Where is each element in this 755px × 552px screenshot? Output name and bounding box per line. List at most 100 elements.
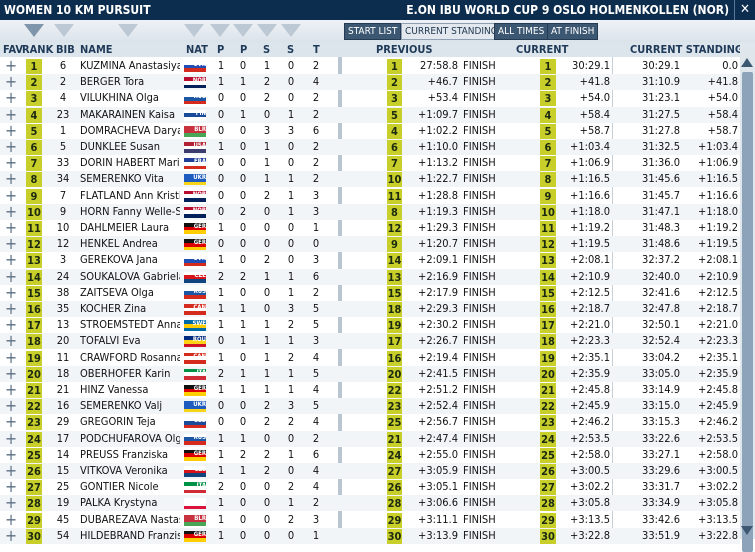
athlete-name[interactable]: VILUKHINA Olga — [80, 90, 180, 106]
col-s2[interactable]: S — [287, 42, 294, 57]
add-favorite-icon[interactable]: + — [4, 123, 18, 139]
athlete-name[interactable]: PALKA Krystyna — [80, 495, 180, 511]
athlete-name[interactable]: HENKEL Andrea — [80, 236, 180, 252]
scrollbar[interactable] — [740, 42, 755, 552]
athlete-name[interactable]: CRAWFORD Rosanna — [80, 350, 180, 366]
add-favorite-icon[interactable]: + — [4, 479, 18, 495]
add-favorite-icon[interactable]: + — [4, 333, 18, 349]
close-icon[interactable]: ✕ — [734, 0, 755, 20]
table-row[interactable]: +30 54 HILDEBRAND Franzisk GER 1 0 0 0 1 30 +3:13.… — [0, 527, 740, 544]
table-row[interactable]: +18 20 TOFALVI Eva ROU 0 1 1 1 3 17 +2:26.7 FINISH 1… — [0, 333, 740, 350]
add-favorite-icon[interactable]: + — [4, 463, 18, 479]
table-row[interactable]: +5 1 DOMRACHEVA Darya BLR 0 0 3 3 6 4 +1:02.2 FINIS… — [0, 123, 740, 139]
scroll-thumb[interactable] — [742, 72, 753, 552]
table-row[interactable]: +10 9 HORN Fanny Welle-St NOR 0 2 0 1 3 8 +1:19.3 F… — [0, 203, 740, 220]
athlete-name[interactable]: TOFALVI Eva — [80, 333, 180, 349]
add-favorite-icon[interactable]: + — [4, 252, 18, 268]
add-favorite-icon[interactable]: + — [4, 366, 18, 382]
sort-name-icon[interactable] — [118, 24, 138, 37]
add-favorite-icon[interactable]: + — [4, 528, 18, 544]
table-row[interactable]: +1713STROEMSTEDT Anna-LSWE1112519+2:30.2… — [0, 317, 740, 334]
athlete-name[interactable]: KOCHER Zina — [80, 301, 180, 317]
athlete-name[interactable]: FLATLAND Ann Kristin — [80, 188, 180, 204]
table-row[interactable]: +29 45 DUBAREZAVA Nastass BLR 1 0 0 2 3 29 +3:11.1… — [0, 512, 740, 528]
col-rank[interactable]: RANK — [22, 42, 53, 57]
athlete-name[interactable]: GREGORIN Teja — [80, 414, 180, 430]
sort-p2-icon[interactable] — [233, 24, 253, 37]
athlete-name[interactable]: KUZMINA Anastasiya — [80, 58, 180, 74]
athlete-name[interactable]: BERGER Tora — [80, 74, 180, 90]
table-row[interactable]: +15 38 ZAITSEVA Olga RUS 1 0 0 1 2 15 +2:17.9 FINIS… — [0, 285, 740, 301]
athlete-name[interactable]: HINZ Vanessa — [80, 382, 180, 398]
col-nat[interactable]: NAT — [186, 42, 208, 57]
add-favorite-icon[interactable]: + — [4, 382, 18, 398]
sort-rank-icon[interactable] — [24, 24, 44, 37]
table-row[interactable]: +21 21 HINZ Vanessa GER 1 1 1 1 4 22 +2:51.2 FINISH… — [0, 382, 740, 398]
add-favorite-icon[interactable]: + — [4, 204, 18, 220]
athlete-name[interactable]: DUBAREZAVA Nastass — [80, 512, 180, 528]
all-times-button[interactable]: ALL TIMES — [494, 23, 549, 40]
table-row[interactable]: +25 14 PREUSS Franziska GER 1 2 2 1 6 24 +2:55.0 FI… — [0, 447, 740, 463]
col-p1[interactable]: P — [217, 42, 224, 57]
col-t[interactable]: T — [313, 42, 320, 57]
table-row[interactable]: +22 16 SEMERENKO Valj UKR 0 0 2 3 5 23 +2:52.4 FINI… — [0, 398, 740, 415]
add-favorite-icon[interactable]: + — [4, 350, 18, 366]
scroll-up-icon[interactable] — [741, 58, 753, 67]
athlete-name[interactable]: GEREKOVA Jana — [80, 252, 180, 268]
at-finish-button[interactable]: AT FINISH — [547, 23, 599, 40]
add-favorite-icon[interactable]: + — [4, 447, 18, 463]
add-favorite-icon[interactable]: + — [4, 285, 18, 301]
table-row[interactable]: +14 24 SOUKALOVA Gabriela CZE 2 2 1 1 6 13 +2:16.9… — [0, 268, 740, 285]
col-bib[interactable]: BIB — [56, 42, 75, 57]
athlete-name[interactable]: SEMERENKO Vita — [80, 171, 180, 187]
athlete-name[interactable]: PODCHUFAROVA Olga — [80, 431, 180, 447]
table-row[interactable]: +9 7 FLATLAND Ann Kristin NOR 0 0 2 1 3 11 +1:28.8… — [0, 188, 740, 204]
add-favorite-icon[interactable]: + — [4, 414, 18, 430]
table-row[interactable]: +20 18 OBERHOFER Karin ITA 2 1 1 1 5 20 +2:41.5 FIN… — [0, 365, 740, 382]
athlete-name[interactable]: DUNKLEE Susan — [80, 139, 180, 155]
sort-nat-icon[interactable] — [184, 24, 204, 37]
table-row[interactable]: +1 6 KUZMINA Anastasiya SVK 1 0 1 0 2 1 27:58.8 FIN… — [0, 58, 740, 74]
athlete-name[interactable]: VITKOVA Veronika — [80, 463, 180, 479]
col-p2[interactable]: P — [240, 42, 247, 57]
add-favorite-icon[interactable]: + — [4, 495, 18, 511]
athlete-name[interactable]: DAHLMEIER Laura — [80, 220, 180, 236]
athlete-name[interactable]: OBERHOFER Karin — [80, 366, 180, 382]
add-favorite-icon[interactable]: + — [4, 155, 18, 171]
table-row[interactable]: +4 23 MAKARAINEN Kaisa FIN 0 1 0 1 2 5 +1:09.7 FINI… — [0, 106, 740, 123]
current-standing-button[interactable]: CURRENT STANDING — [401, 23, 502, 40]
table-row[interactable]: +2 2 BERGER Tora NOR 1 1 2 0 4 2 +46.7 FINISH 2 +41.8… — [0, 74, 740, 91]
athlete-name[interactable]: HORN Fanny Welle-St — [80, 204, 180, 220]
athlete-name[interactable]: MAKARAINEN Kaisa — [80, 107, 180, 123]
table-row[interactable]: +24 17 PODCHUFAROVA Olga RUS 1 1 0 0 2 21 +2:47.4 F… — [0, 430, 740, 447]
add-favorite-icon[interactable]: + — [4, 58, 18, 74]
sort-s2-icon[interactable] — [281, 24, 301, 37]
col-s1[interactable]: S — [263, 42, 270, 57]
sort-bib-icon[interactable] — [54, 24, 74, 37]
table-row[interactable]: +23 29 GREGORIN Teja SLO 0 0 2 2 4 25 +2:56.7 FINIS… — [0, 414, 740, 431]
add-favorite-icon[interactable]: + — [4, 512, 18, 528]
table-row[interactable]: +26 15 VITKOVA Veronika CZE 1 1 2 0 4 27 +3:05.9 FI… — [0, 463, 740, 479]
table-row[interactable]: +12 12 HENKEL Andrea GER 0 0 0 0 0 9 +1:20.7 FINISH… — [0, 236, 740, 253]
add-favorite-icon[interactable]: + — [4, 90, 18, 106]
col-name[interactable]: NAME — [80, 42, 113, 57]
table-row[interactable]: +27 25 GONTIER Nicole ITA 2 0 0 2 4 26 +3:05.1 FINI… — [0, 479, 740, 496]
add-favorite-icon[interactable]: + — [4, 317, 18, 333]
scroll-down-icon[interactable] — [741, 526, 753, 535]
table-row[interactable]: +28 19 PALKA Krystyna POL 1 0 0 1 2 28 +3:06.6 FINI… — [0, 495, 740, 512]
athlete-name[interactable]: SEMERENKO Valj — [80, 398, 180, 414]
table-row[interactable]: +8 34 SEMERENKO Vita UKR 0 0 1 1 2 10 +1:22.7 FINIS… — [0, 171, 740, 188]
add-favorite-icon[interactable]: + — [4, 107, 18, 123]
table-row[interactable]: +19 11 CRAWFORD Rosanna CAN 1 0 1 2 4 16 +2:19.4 FI… — [0, 350, 740, 366]
add-favorite-icon[interactable]: + — [4, 171, 18, 187]
table-row[interactable]: +11 10 DAHLMEIER Laura GER 1 0 0 0 1 12 +1:29.3 FIN… — [0, 220, 740, 236]
athlete-name[interactable]: DORIN HABERT Marie — [80, 155, 180, 171]
add-favorite-icon[interactable]: + — [4, 269, 18, 285]
start-list-button[interactable]: START LIST — [344, 23, 402, 40]
table-row[interactable]: +13 3 GEREKOVA Jana SVK 1 0 2 0 3 14 +2:09.1 FINISH… — [0, 252, 740, 269]
athlete-name[interactable]: STROEMSTEDT Anna-L — [80, 317, 180, 333]
add-favorite-icon[interactable]: + — [4, 236, 18, 252]
athlete-name[interactable]: HILDEBRAND Franzisk — [80, 528, 180, 544]
add-favorite-icon[interactable]: + — [4, 398, 18, 414]
athlete-name[interactable]: SOUKALOVA Gabriela — [80, 269, 180, 285]
